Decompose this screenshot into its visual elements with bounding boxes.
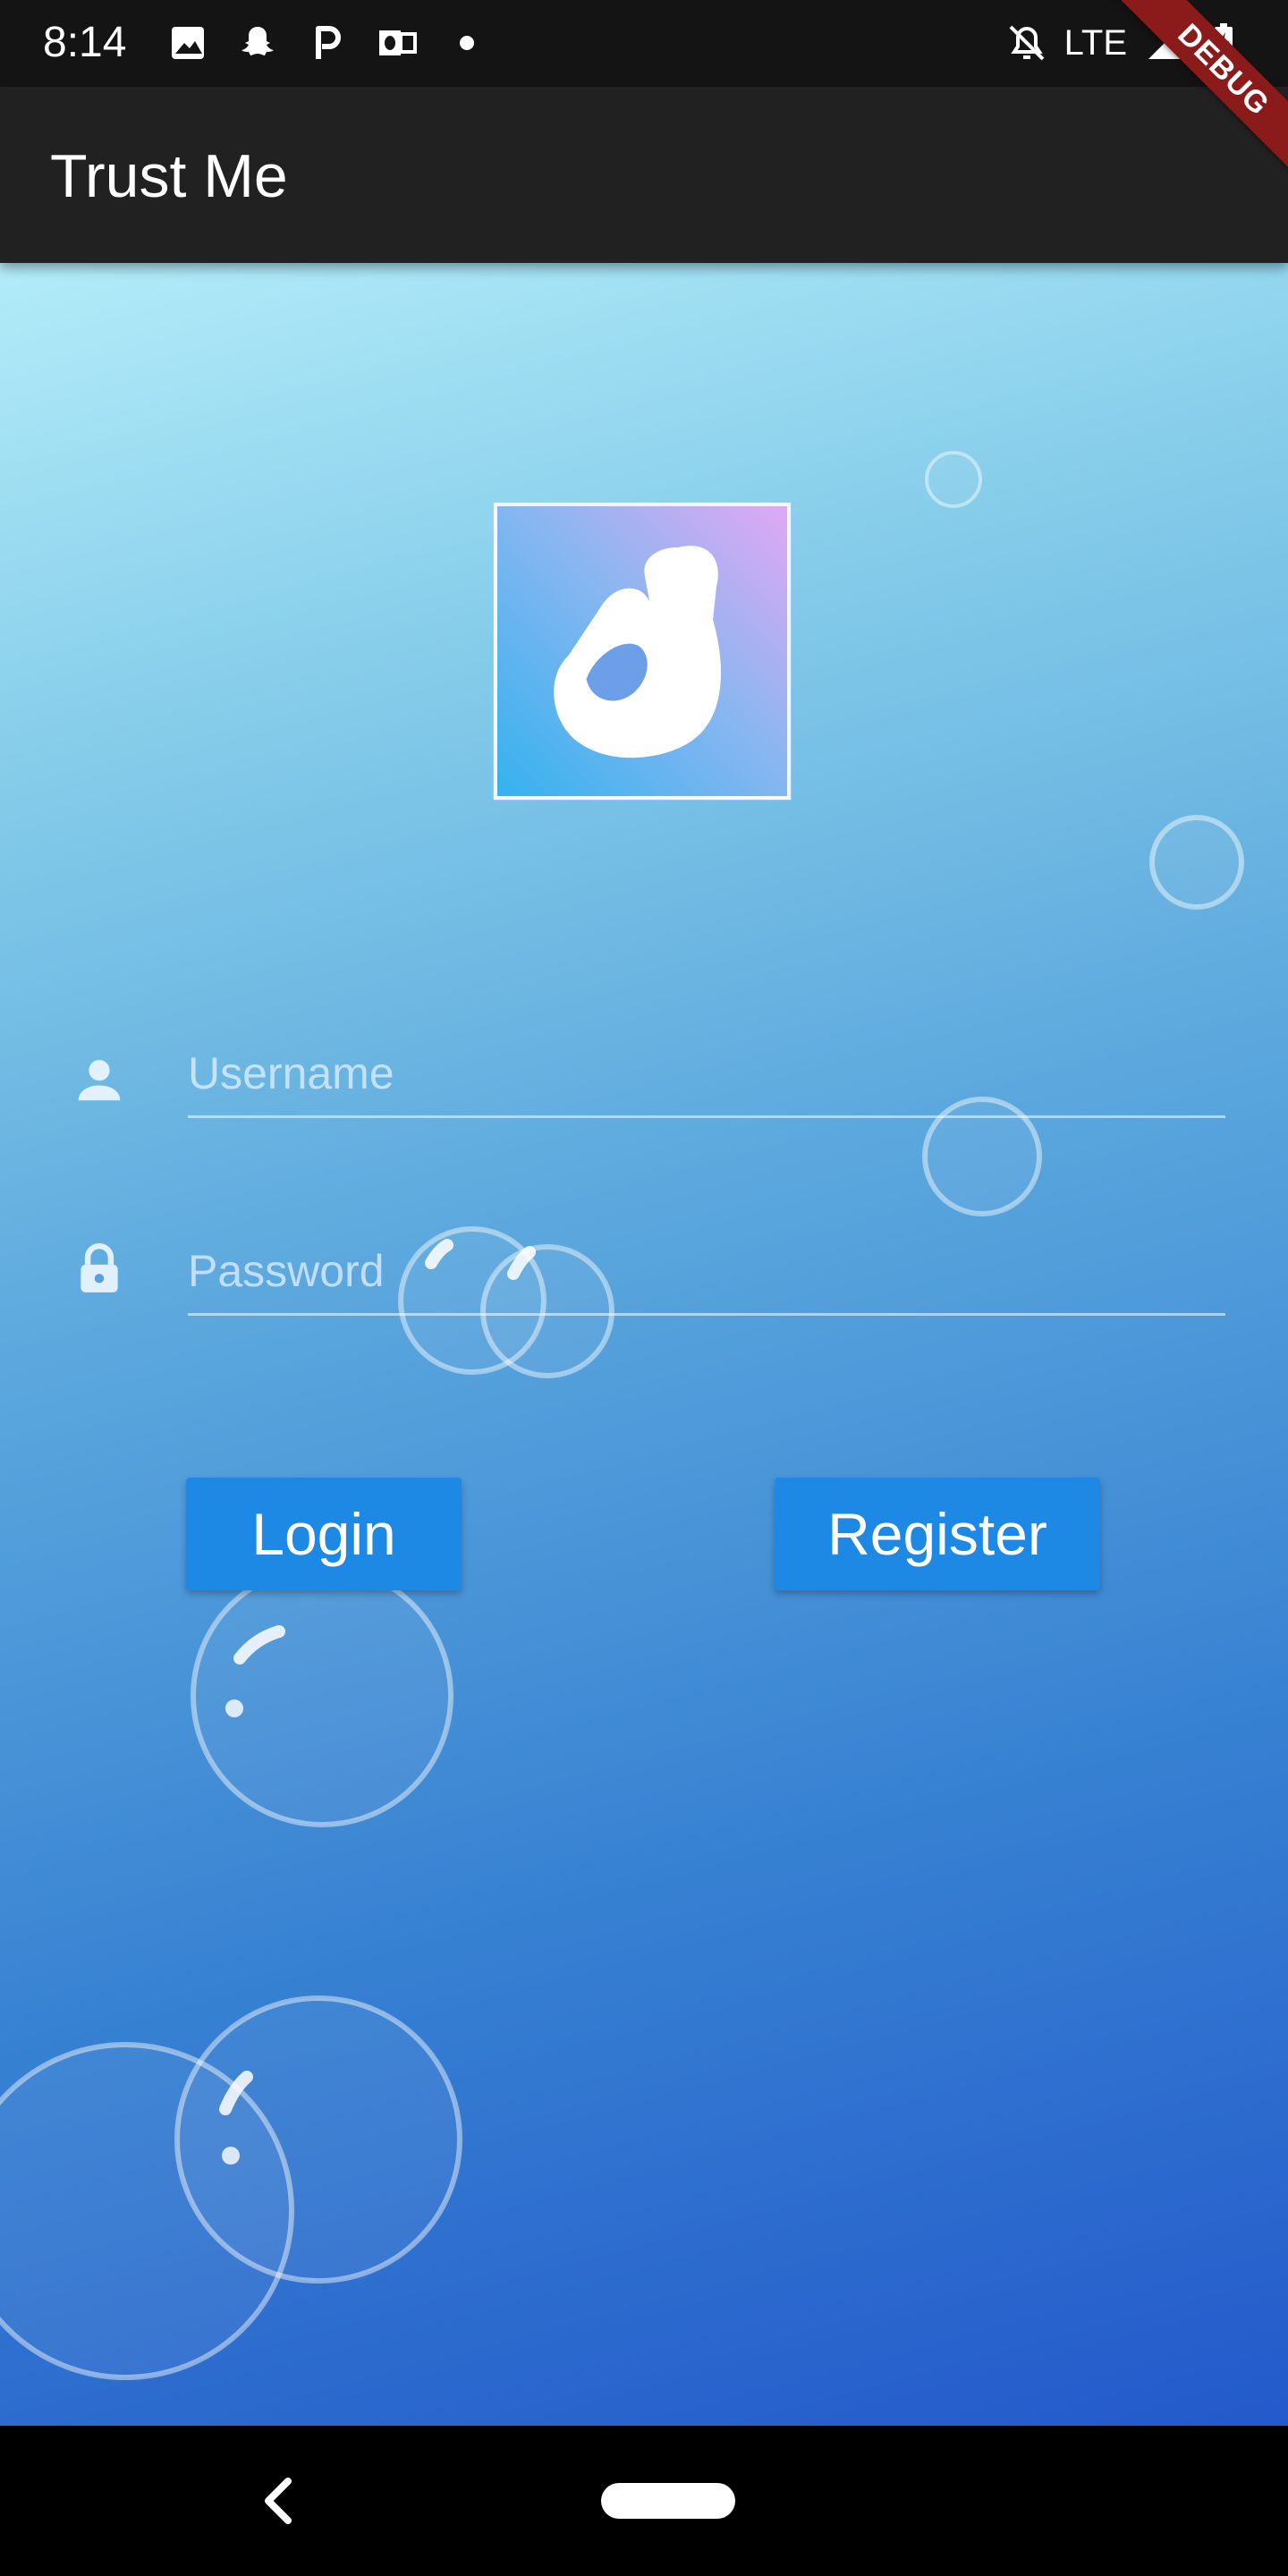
app-logo xyxy=(494,503,791,800)
lock-icon xyxy=(80,1242,118,1292)
username-input[interactable] xyxy=(188,1038,1225,1109)
home-pill-button[interactable] xyxy=(601,2483,735,2519)
password-field[interactable] xyxy=(188,1235,1225,1316)
navigation-bar xyxy=(0,2426,1288,2576)
status-bar: 8:14 LTE xyxy=(0,0,1288,87)
network-type: LTE xyxy=(1063,23,1127,63)
person-icon xyxy=(78,1060,121,1101)
bell-off-icon xyxy=(1009,25,1045,61)
back-icon[interactable] xyxy=(259,2476,295,2526)
ok-hand-icon xyxy=(554,546,721,758)
login-button[interactable]: Login xyxy=(186,1478,462,1590)
login-screen: Login Register xyxy=(0,263,1288,2426)
app-title: Trust Me xyxy=(50,142,288,210)
p-app-icon xyxy=(316,26,341,59)
status-time: 8:14 xyxy=(43,19,127,66)
outlook-icon xyxy=(379,30,417,55)
app-bar: Trust Me xyxy=(0,87,1288,263)
snapchat-icon xyxy=(242,27,274,55)
image-icon xyxy=(172,27,204,59)
register-button[interactable]: Register xyxy=(775,1478,1100,1590)
status-notification-icons xyxy=(166,21,488,64)
dot-icon xyxy=(460,36,474,50)
password-input[interactable] xyxy=(188,1235,1225,1307)
username-field[interactable] xyxy=(188,1038,1225,1118)
